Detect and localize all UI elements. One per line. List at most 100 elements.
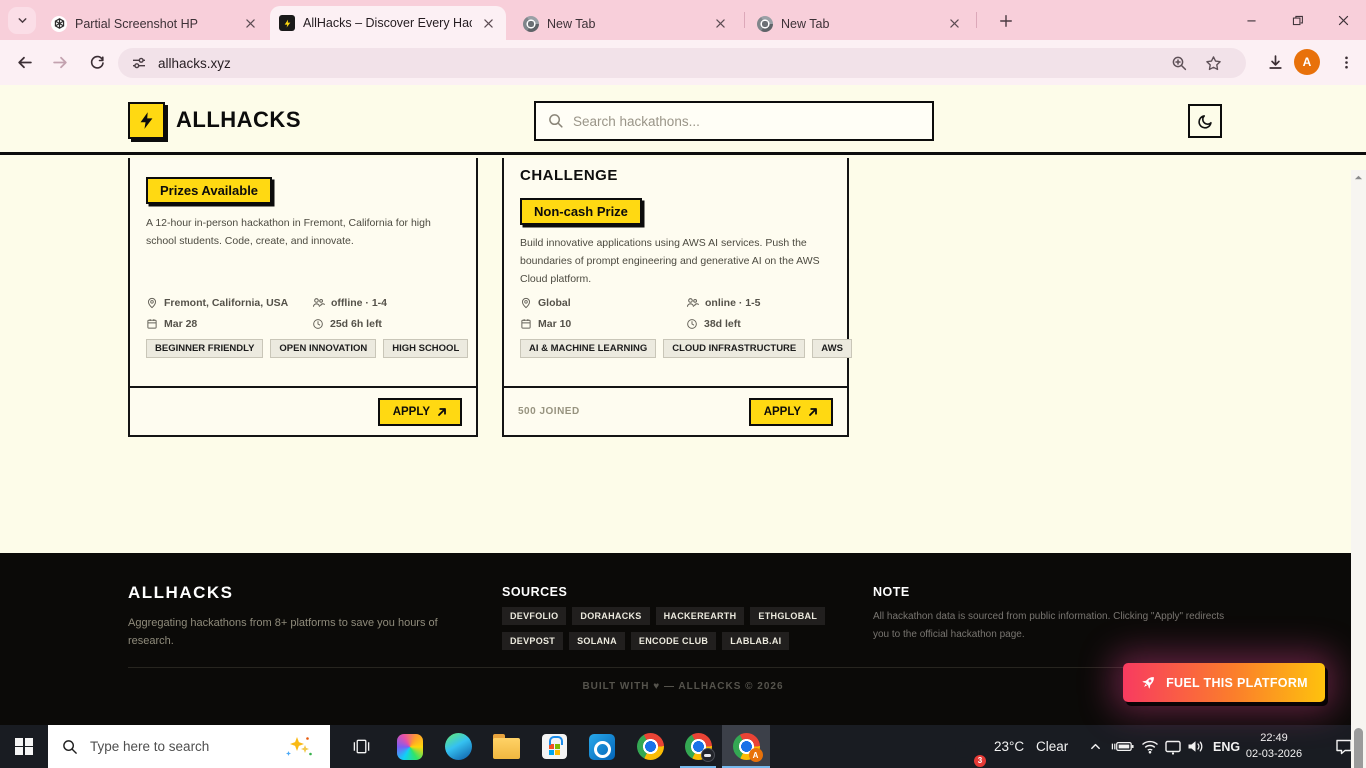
location-text: Fremont, California, USA	[164, 297, 288, 309]
task-view-button[interactable]	[344, 725, 378, 768]
sparkles-icon	[284, 735, 314, 758]
speaker-icon[interactable]	[1187, 725, 1204, 768]
time-left-item: 38d left	[686, 318, 836, 330]
clock-widget[interactable]: 22:49 02-03-2026	[1240, 725, 1308, 768]
battery-icon[interactable]	[1110, 725, 1135, 768]
tab-allhacks[interactable]: AllHacks – Discover Every Hack	[270, 6, 506, 40]
start-button[interactable]	[0, 725, 48, 768]
windows-taskbar: A 3 23°C Clear ENG 22:49 02-03	[0, 725, 1366, 768]
tab-title: Partial Screenshot HP	[75, 17, 234, 31]
reload-button[interactable]	[82, 48, 111, 77]
chrome-icon	[685, 733, 712, 760]
webpage: ALLHACKS Prizes Available A 12-hour in-p…	[0, 85, 1366, 725]
taskbar-ms-store[interactable]	[530, 725, 578, 768]
temp-text: 23°C	[994, 739, 1024, 754]
search-input[interactable]	[573, 114, 920, 129]
bookmark-star-icon[interactable]	[1205, 55, 1222, 72]
close-icon[interactable]	[242, 15, 259, 32]
taskbar-outlook[interactable]	[578, 725, 626, 768]
site-info-icon[interactable]	[131, 55, 147, 71]
sources-badges: DEVFOLIO DORAHACKS HACKEREARTH ETHGLOBAL…	[502, 607, 850, 650]
tag: AWS	[812, 339, 852, 358]
taskbar-copilot[interactable]	[386, 725, 434, 768]
tag: OPEN INNOVATION	[270, 339, 376, 358]
window-controls	[1228, 0, 1366, 40]
tray-chevron-up-icon[interactable]	[1089, 725, 1102, 768]
taskbar-chrome[interactable]	[626, 725, 674, 768]
chrome-icon: A	[733, 733, 760, 760]
page-scrollbar[interactable]	[1351, 170, 1366, 768]
apply-button[interactable]: APPLY	[378, 398, 462, 426]
tag: CLOUD INFRASTRUCTURE	[663, 339, 805, 358]
source-badge: ENCODE CLUB	[631, 632, 716, 650]
new-tab-button[interactable]	[994, 9, 1017, 32]
card-title: CHALLENGE	[520, 167, 618, 184]
close-icon[interactable]	[480, 15, 497, 32]
scroll-up-arrow[interactable]	[1351, 170, 1366, 185]
url-bar[interactable]: allhacks.xyz	[118, 48, 1246, 78]
close-window-button[interactable]	[1320, 0, 1366, 40]
lightning-bolt-icon	[137, 111, 156, 130]
menu-kebab-icon[interactable]	[1332, 48, 1361, 77]
sources-title: SOURCES	[502, 585, 567, 599]
footer-divider	[128, 667, 1238, 668]
search-icon	[548, 113, 564, 129]
allhacks-logo[interactable]	[128, 102, 165, 139]
minimize-button[interactable]	[1228, 0, 1274, 40]
location-item: Global	[520, 296, 686, 309]
taskbar-chrome-active[interactable]: A	[722, 725, 770, 768]
taskbar-edge[interactable]	[434, 725, 482, 768]
card-meta: Fremont, California, USA offline · 1-4 M…	[146, 296, 462, 330]
card-meta: Global online · 1-5 Mar 10 38d left	[520, 296, 836, 330]
mode-text: offline · 1-4	[331, 297, 387, 309]
dark-mode-toggle[interactable]	[1188, 104, 1222, 138]
allhacks-favicon	[279, 15, 295, 31]
location-pin-icon	[520, 297, 532, 309]
forward-button[interactable]	[46, 48, 75, 77]
outlook-icon	[589, 734, 615, 760]
taskbar-search[interactable]	[48, 725, 330, 768]
tab-new-tab-1[interactable]: New Tab	[514, 7, 738, 40]
weather-desc[interactable]: Clear	[1036, 725, 1068, 768]
arrow-up-right-icon	[437, 407, 447, 417]
language-indicator[interactable]: ENG	[1213, 725, 1240, 768]
tab-search-button[interactable]	[8, 7, 36, 34]
wifi-icon[interactable]	[1141, 725, 1159, 768]
back-button[interactable]	[10, 48, 39, 77]
site-search-bar[interactable]	[534, 101, 934, 141]
taskbar-chrome-incognito[interactable]	[674, 725, 722, 768]
scrollbar-thumb[interactable]	[1354, 728, 1363, 768]
date-item: Mar 28	[146, 318, 312, 330]
download-icon[interactable]	[1261, 48, 1290, 77]
card-description: Build innovative applications using AWS …	[520, 234, 832, 288]
close-icon[interactable]	[946, 15, 963, 32]
note-title: NOTE	[873, 585, 910, 599]
site-footer: ALLHACKS Aggregating hackathons from 8+ …	[0, 553, 1366, 725]
profile-badge: A	[749, 748, 763, 762]
weather-temp[interactable]: 23°C	[994, 725, 1024, 768]
prize-badge: Non-cash Prize	[520, 198, 642, 225]
profile-avatar[interactable]: A	[1294, 49, 1320, 75]
rocket-icon	[1140, 674, 1157, 691]
location-pin-icon	[146, 297, 158, 309]
source-badge: ETHGLOBAL	[750, 607, 825, 625]
users-icon	[686, 296, 699, 309]
tab-new-tab-2[interactable]: New Tab	[748, 7, 972, 40]
tab-partial-screenshot[interactable]: Partial Screenshot HP	[42, 7, 268, 40]
zoom-icon[interactable]	[1171, 55, 1188, 72]
taskbar-file-explorer[interactable]	[482, 725, 530, 768]
weather-badge: 3	[974, 755, 986, 767]
chrome-icon	[523, 16, 539, 32]
fuel-platform-button[interactable]: FUEL THIS PLATFORM	[1123, 663, 1325, 702]
tab-title: New Tab	[547, 17, 704, 31]
close-icon[interactable]	[712, 15, 729, 32]
tab-separator	[744, 12, 745, 28]
taskbar-search-input[interactable]	[90, 739, 250, 754]
mode-item: online · 1-5	[686, 296, 836, 309]
moon-icon	[1197, 113, 1214, 130]
restore-button[interactable]	[1274, 0, 1320, 40]
source-badge: HACKEREARTH	[656, 607, 745, 625]
cast-monitor-icon[interactable]	[1164, 725, 1182, 768]
chrome-icon	[757, 16, 773, 32]
apply-button[interactable]: APPLY	[749, 398, 833, 426]
